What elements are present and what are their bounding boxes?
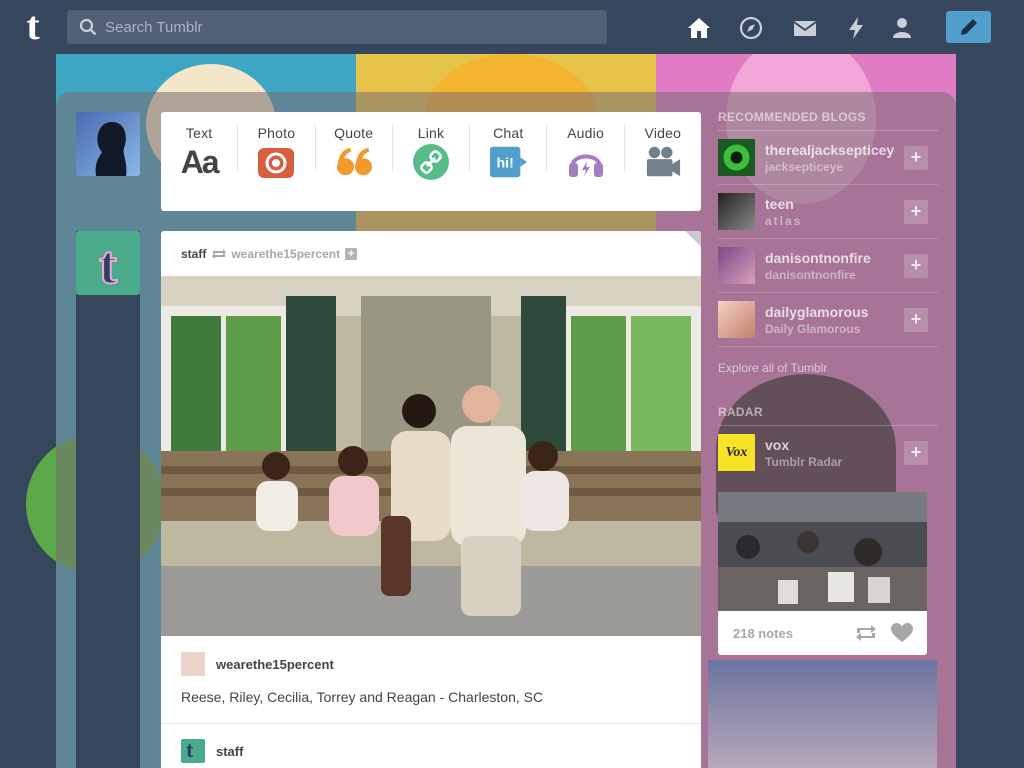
post-type-label: Video [644,125,682,141]
sidebar-ad-box [708,660,937,768]
search-input[interactable] [105,11,585,43]
blog-subtitle: Daily Glamorous [765,322,861,336]
blog-name[interactable]: danisontnonfire [765,250,895,266]
post-fold-corner[interactable] [685,231,701,247]
follow-plus-button[interactable]: + [904,200,928,224]
radar-card: Vox vox Tumblr Radar + 218 notes [718,426,938,655]
post-photo[interactable] [161,276,701,636]
family-porch-photo [161,276,701,636]
radar-blog-subtitle: Tumblr Radar [765,455,843,469]
blog-subtitle: jacksepticeye [765,160,844,174]
commenter-link[interactable]: staff [216,744,243,759]
follow-plus-icon[interactable]: + [345,248,358,260]
link-icon [412,144,450,180]
dashboard-post: staff wearethe15percent + wearethe15perc… [161,231,701,768]
post-type-label: Chat [493,125,524,141]
reblog-icon [212,249,227,259]
user-avatar[interactable] [76,112,140,176]
explore-compass-icon[interactable] [738,15,764,41]
radar-photo[interactable] [718,492,927,611]
post-avatar-column [76,231,140,768]
vox-logo-text: Vox [725,444,748,460]
explore-all-link[interactable]: Explore all of Tumblr [718,361,938,375]
blog-avatar[interactable] [718,301,755,338]
headphones-icon [567,144,605,180]
activity-lightning-icon[interactable] [843,15,869,41]
post-author-link[interactable]: staff [181,247,206,261]
post-type-chat[interactable]: Chat hi! [470,124,548,178]
compose-button[interactable] [946,11,991,43]
sidebar: RECOMMENDED BLOGS therealjacksepticeye j… [718,110,938,655]
text-aa-icon: Aa [180,143,220,180]
post-type-label: Quote [334,125,374,141]
recommended-blogs-title: RECOMMENDED BLOGS [718,110,938,131]
recommended-blog-row[interactable]: danisontnonfire danisontnonfire + [718,239,938,293]
recommended-blog-row[interactable]: therealjacksepticeye jacksepticeye + [718,131,938,185]
blog-avatar[interactable] [718,193,755,230]
camera-icon [257,144,295,180]
staff-mini-avatar[interactable]: t [181,739,205,763]
post-type-quote[interactable]: Quote [316,124,393,176]
post-type-label: Text [185,125,213,141]
post-type-audio[interactable]: Audio [547,124,625,177]
reblogged-from-link[interactable]: wearethe15percent [231,247,340,261]
radar-blog-row[interactable]: Vox vox Tumblr Radar + [718,426,938,480]
top-navigation-bar: t [0,0,1024,54]
blog-subtitle: atlas [765,214,803,228]
post-type-link[interactable]: Link [393,124,471,180]
follow-plus-button[interactable]: + [904,146,928,170]
follow-plus-button[interactable]: + [904,254,928,278]
post-type-label: Audio [567,125,604,141]
post-type-video[interactable]: Video [625,124,701,177]
follow-plus-button[interactable]: + [904,308,928,332]
post-type-bar: Text Aa Photo Quote Link Chat hi! Audio … [161,112,701,211]
search-bar[interactable] [67,10,607,44]
account-person-icon[interactable] [889,15,915,41]
vox-avatar[interactable]: Vox [718,434,755,471]
post-divider [161,723,701,724]
radar-post-footer: 218 notes [718,611,927,655]
follow-plus-button[interactable]: + [904,441,928,465]
staff-avatar[interactable]: t [76,231,140,295]
radar-blog-name[interactable]: vox [765,437,895,453]
svg-text:t: t [99,235,117,295]
eye-avatar-icon [723,144,750,171]
source-blog-link[interactable]: wearethe15percent [216,657,334,672]
post-type-label: Photo [257,125,296,141]
search-icon [79,18,97,36]
reblog-icon[interactable] [855,624,877,642]
post-type-label: Link [417,125,445,141]
reblog-comment-row: t staff [181,739,243,763]
post-source-row: wearethe15percent [181,652,334,676]
tumblr-t-icon: t [186,739,194,762]
quote-icon [335,144,373,180]
post-header: staff wearethe15percent + [181,247,358,261]
recommended-blog-row[interactable]: teen atlas + [718,185,938,239]
blog-name[interactable]: dailyglamorous [765,304,895,320]
post-caption: Reese, Riley, Cecilia, Torrey and Reagan… [181,689,544,705]
source-blog-avatar[interactable] [181,652,205,676]
chat-bubble-icon: hi! [489,144,528,180]
recommended-blog-row[interactable]: dailyglamorous Daily Glamorous + [718,293,938,347]
notes-count[interactable]: 218 notes [733,626,855,641]
blog-subtitle: danisontnonfire [765,268,856,282]
home-icon[interactable] [686,15,712,41]
post-type-text[interactable]: Text Aa [161,124,239,180]
blog-name[interactable]: teen [765,196,895,212]
radar-title: RADAR [718,405,938,426]
blog-avatar[interactable] [718,139,755,176]
post-type-photo[interactable]: Photo [238,124,316,178]
silhouette-avatar-icon [95,122,127,176]
heart-like-icon[interactable] [891,623,913,643]
inbox-envelope-icon[interactable] [792,15,818,41]
svg-text:hi!: hi! [497,156,514,172]
tumblr-logo[interactable]: t [16,6,50,46]
crowd-photo [718,492,927,611]
blog-avatar[interactable] [718,247,755,284]
compose-pencil-icon [960,19,977,35]
blog-name[interactable]: therealjacksepticeye [765,142,895,158]
tumblr-t-avatar-icon: t [98,234,118,295]
video-camera-icon [644,144,682,180]
